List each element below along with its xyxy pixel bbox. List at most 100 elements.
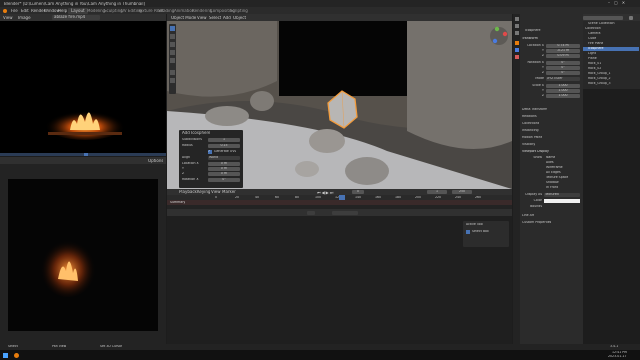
rotation-x-field[interactable]: 0° bbox=[208, 177, 240, 182]
timeline-menu-marker[interactable]: Marker bbox=[222, 190, 236, 195]
location-x-input[interactable]: 0.74 m bbox=[546, 43, 580, 48]
select-tool-icon[interactable] bbox=[170, 26, 175, 31]
rotate-tool-icon[interactable] bbox=[170, 50, 175, 55]
menu-help[interactable]: Help bbox=[58, 9, 67, 14]
show-name-checkbox[interactable]: Name bbox=[546, 156, 555, 160]
tab-layout[interactable]: Layout bbox=[68, 7, 88, 14]
section-collections[interactable]: Collections bbox=[522, 122, 539, 126]
summary-track[interactable]: Summary bbox=[167, 200, 512, 205]
end-frame-field[interactable]: 250 bbox=[452, 190, 472, 194]
cursor-tool-icon[interactable] bbox=[170, 34, 175, 39]
outliner-item[interactable]: Rock_Group_3 bbox=[588, 82, 611, 86]
menu-file[interactable]: File bbox=[11, 9, 18, 14]
play-controls[interactable]: ⏮◀▶⏭ bbox=[317, 190, 347, 195]
viewport-menu-select[interactable]: Select bbox=[209, 16, 221, 21]
operator-panel[interactable]: Add Icosphere Subdivisions 1 Radius 0.15… bbox=[179, 130, 243, 188]
image-file-field[interactable]: ablaze fire.mp4 bbox=[52, 15, 100, 20]
outliner-item[interactable]: Camera bbox=[588, 32, 601, 36]
menu-edit[interactable]: Edit bbox=[21, 9, 29, 14]
tab-modeling[interactable]: Modeling bbox=[87, 9, 105, 14]
viewport-options[interactable]: Options bbox=[148, 159, 163, 164]
filter-dropdown[interactable] bbox=[332, 210, 358, 215]
material-tab-icon[interactable] bbox=[514, 55, 519, 59]
section-delta-transform[interactable]: Delta Transform bbox=[522, 108, 547, 112]
scale-x-input[interactable]: 1.000 bbox=[546, 83, 580, 88]
scale-y-input[interactable]: 1.000 bbox=[546, 88, 580, 93]
timeline-menu-playback[interactable]: Playback bbox=[179, 190, 197, 195]
location-x-field[interactable]: 0 m bbox=[208, 161, 240, 166]
show-wireframe-checkbox[interactable]: Wireframe bbox=[546, 166, 563, 170]
section-instancing[interactable]: Instancing bbox=[522, 129, 539, 133]
outliner-search-input[interactable] bbox=[583, 15, 623, 20]
outliner-item[interactable]: Fire Plane bbox=[588, 42, 603, 46]
timeline-menu-keying[interactable]: Keying bbox=[197, 190, 210, 195]
viewport-3d[interactable]: Object Mode View Select Add Object Add I… bbox=[167, 14, 512, 189]
section-viewport-display[interactable]: Viewport Display bbox=[522, 150, 549, 154]
outliner-item[interactable]: Rock_01 bbox=[588, 62, 601, 66]
start-icon[interactable] bbox=[3, 352, 8, 358]
generate-uvs-checkbox[interactable]: ✓ bbox=[208, 149, 212, 154]
render-tab-icon[interactable] bbox=[514, 24, 519, 28]
active-tool-item[interactable]: Select Box bbox=[472, 230, 489, 234]
show-axes-checkbox[interactable]: Axes bbox=[546, 161, 554, 165]
scene-collection-label[interactable]: Scene Collection bbox=[588, 22, 615, 26]
section-motion-paths[interactable]: Motion Paths bbox=[522, 136, 542, 140]
blender-logo-icon[interactable] bbox=[3, 8, 7, 13]
viewport-menu-add[interactable]: Add bbox=[223, 16, 231, 21]
radius-field[interactable]: 0.15 bbox=[208, 143, 240, 148]
location-y-field[interactable]: 0 m bbox=[208, 166, 240, 171]
annotate-tool-icon[interactable] bbox=[170, 70, 175, 75]
location-z-field[interactable]: 0 m bbox=[208, 171, 240, 176]
outliner-item[interactable]: Rock_02 bbox=[588, 67, 601, 71]
object-mode-dropdown[interactable]: Object Mode bbox=[171, 16, 196, 21]
tool-tab-icon[interactable] bbox=[514, 17, 519, 21]
image-scrubber[interactable] bbox=[0, 153, 166, 156]
start-frame-field[interactable]: 1 bbox=[427, 190, 447, 194]
show-all-edges-checkbox[interactable]: All Edges bbox=[546, 171, 561, 175]
show-texture-space-checkbox[interactable]: Texture Space bbox=[546, 176, 568, 180]
outliner-item[interactable]: Rock_Group_2 bbox=[588, 77, 611, 81]
tab-sculpting[interactable]: Sculpting bbox=[104, 9, 123, 14]
rotation-z-input[interactable]: 0° bbox=[546, 70, 580, 75]
viewport-menu-view[interactable]: View bbox=[197, 16, 207, 21]
navigation-gizmo-icon[interactable] bbox=[489, 26, 509, 46]
section-relations[interactable]: Relations bbox=[522, 115, 537, 119]
outliner-item[interactable]: Plane bbox=[588, 57, 597, 61]
modifier-tab-icon[interactable] bbox=[514, 48, 519, 52]
tab-shading[interactable]: Shading bbox=[158, 9, 174, 14]
outliner-item[interactable]: Collection bbox=[585, 27, 601, 31]
outliner-item[interactable]: Cube bbox=[588, 37, 596, 41]
location-y-input[interactable]: -0.21 m bbox=[546, 48, 580, 53]
blender-taskbar-icon[interactable] bbox=[14, 352, 19, 358]
timeline-menu-view[interactable]: View bbox=[211, 190, 221, 195]
outliner-item[interactable]: Rock_Group_1 bbox=[588, 72, 611, 76]
window-controls[interactable]: –▢✕ bbox=[608, 1, 638, 6]
object-name[interactable]: Icosphere bbox=[525, 29, 541, 33]
current-frame-field[interactable]: 0 bbox=[352, 190, 364, 194]
image-menu[interactable]: Image bbox=[18, 16, 31, 21]
rotation-mode-dropdown[interactable]: XYZ Euler bbox=[546, 76, 580, 81]
align-dropdown[interactable]: World bbox=[208, 155, 240, 160]
scale-tool-icon[interactable] bbox=[170, 58, 175, 63]
image-scrubber-handle[interactable] bbox=[84, 153, 88, 156]
measure-tool-icon[interactable] bbox=[170, 78, 175, 83]
scale-z-input[interactable]: 1.000 bbox=[546, 93, 580, 98]
section-visibility[interactable]: Visibility bbox=[522, 143, 535, 147]
output-tab-icon[interactable] bbox=[514, 31, 519, 35]
viewport-menu-object[interactable]: Object bbox=[233, 16, 246, 21]
outliner-item[interactable]: Light bbox=[588, 52, 596, 56]
rotation-x-input[interactable]: 0° bbox=[546, 60, 580, 65]
show-in-front-checkbox[interactable]: In Front bbox=[546, 186, 558, 190]
section-line-art[interactable]: Line Art bbox=[522, 214, 534, 218]
move-tool-icon[interactable] bbox=[170, 42, 175, 47]
section-custom-properties[interactable]: Custom Properties bbox=[522, 221, 551, 225]
rotation-y-input[interactable]: 0° bbox=[546, 65, 580, 70]
location-z-input[interactable]: 0.09 m bbox=[546, 53, 580, 58]
tab-scripting[interactable]: Scripting bbox=[230, 9, 248, 14]
subdivisions-field[interactable]: 1 bbox=[208, 137, 240, 142]
object-tab-icon[interactable] bbox=[514, 41, 519, 45]
filter-icon[interactable] bbox=[629, 15, 633, 20]
snap-dropdown[interactable] bbox=[307, 210, 315, 215]
outliner-item-selected[interactable]: Icosphere bbox=[583, 47, 639, 51]
show-shadow-checkbox[interactable]: Shadow bbox=[546, 181, 559, 185]
